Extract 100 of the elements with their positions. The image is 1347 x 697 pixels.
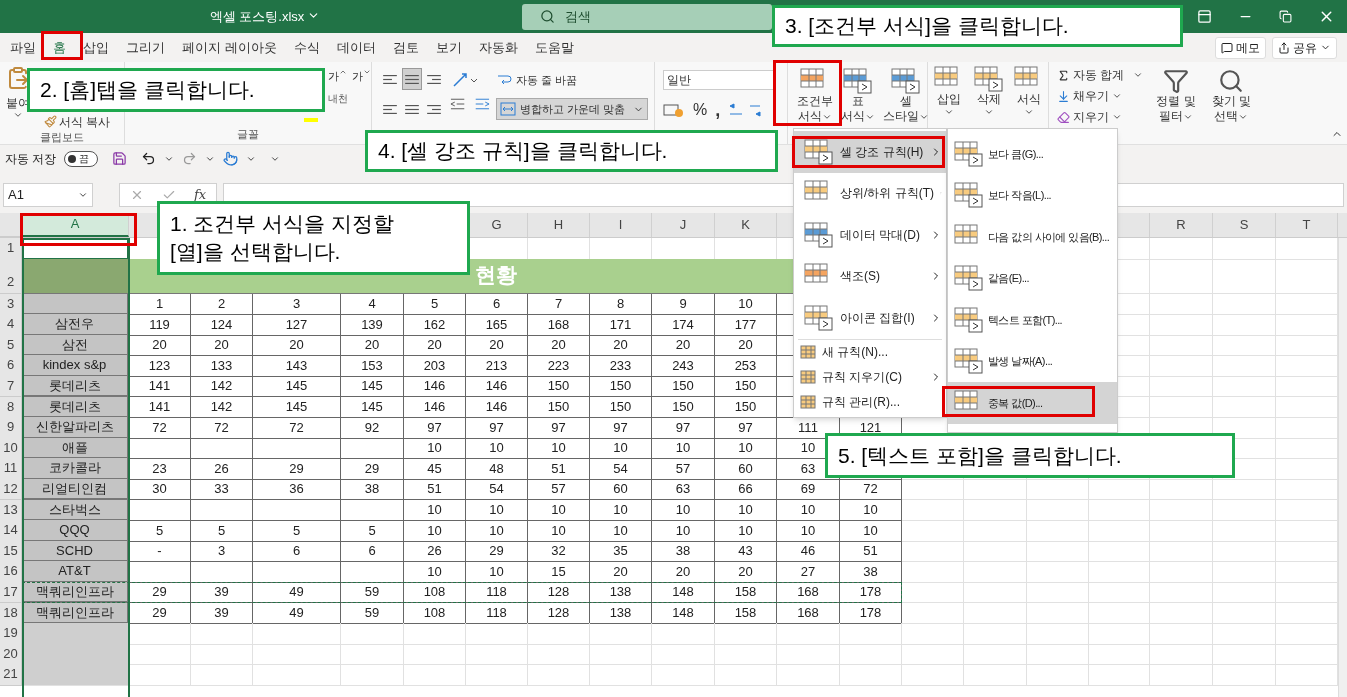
row-number[interactable]: 4 <box>0 314 22 336</box>
row-number[interactable]: 8 <box>0 396 22 419</box>
row-number[interactable]: 11 <box>0 458 22 480</box>
percent-button[interactable]: % <box>693 98 708 122</box>
menu-item[interactable]: 같음(E)... <box>948 257 1117 299</box>
phonetic-button[interactable]: 내천 <box>328 92 348 104</box>
menu-item[interactable]: 다음 값의 사이에 있음(B)... <box>948 216 1117 258</box>
table-cell: 51 <box>404 478 466 501</box>
row-number[interactable]: 13 <box>0 499 22 522</box>
comma-button[interactable]: , <box>715 103 721 117</box>
row-number[interactable]: 1 <box>0 238 22 260</box>
rule-grid-icon <box>800 345 816 359</box>
row-number[interactable]: 16 <box>0 561 22 583</box>
number-format-dropdown[interactable]: 일반 <box>663 70 775 90</box>
shrink-font-button[interactable]: 가 <box>352 68 371 85</box>
restore-icon[interactable] <box>1279 10 1292 23</box>
column-header[interactable]: R <box>1150 213 1213 237</box>
menu-item[interactable]: 보다 큼(G)... <box>948 133 1117 175</box>
column-header[interactable]: T <box>1276 213 1338 237</box>
column-header[interactable]: H <box>528 213 590 237</box>
column-header[interactable]: J <box>652 213 715 237</box>
undo-icon[interactable] <box>141 151 157 166</box>
menu-item[interactable]: 아이콘 집합(I) <box>794 297 946 339</box>
table-cell: 45 <box>404 458 466 480</box>
ribbon-tab[interactable]: 보기 <box>435 35 462 60</box>
ribbon-tab[interactable]: 데이터 <box>336 35 376 60</box>
row-number[interactable]: 14 <box>0 520 22 542</box>
row-number[interactable]: 17 <box>0 581 22 604</box>
row-number[interactable]: 2 <box>0 258 22 294</box>
menu-item[interactable]: 상위/하위 규칙(T) <box>794 172 946 214</box>
ribbon-tab[interactable]: 검토 <box>392 35 419 60</box>
row-number[interactable]: 7 <box>0 375 22 398</box>
ribbon-button[interactable]: 찾기 및 선택 <box>1208 66 1255 144</box>
search-field[interactable]: 검색 <box>522 3 772 30</box>
table-cell: 20 <box>715 561 777 583</box>
table-cell: 145 <box>341 375 404 398</box>
ribbon-tab[interactable]: 그리기 <box>126 35 165 60</box>
indent-icon[interactable] <box>450 98 490 110</box>
ribbon-tab[interactable]: 수식 <box>293 35 320 60</box>
ribbon-display-icon[interactable] <box>1197 9 1212 24</box>
wrap-text-button[interactable]: 자동 줄 바꿈 <box>496 70 649 90</box>
row-number[interactable]: 21 <box>0 664 22 686</box>
row-number[interactable]: 19 <box>0 623 22 645</box>
row-number[interactable]: 18 <box>0 602 22 624</box>
comments-button[interactable]: 메모 <box>1215 36 1266 59</box>
redo-icon[interactable] <box>182 151 198 166</box>
empty-cell <box>466 643 528 666</box>
table-cell: 145 <box>341 396 404 419</box>
cancel-icon[interactable] <box>130 188 144 202</box>
menu-item[interactable]: 텍스트 포함(T)... <box>948 299 1117 341</box>
menu-item[interactable]: 발생 날짜(A)... <box>948 340 1117 382</box>
row-number[interactable]: 3 <box>0 293 22 316</box>
autosave-toggle[interactable]: 끔 <box>64 150 99 167</box>
column-header[interactable]: K <box>715 213 777 237</box>
ribbon-tab[interactable]: 삽입 <box>83 35 109 60</box>
table-cell: 10 <box>777 520 840 542</box>
caret-icon <box>1112 112 1122 122</box>
column-header[interactable]: I <box>590 213 652 237</box>
row-number[interactable]: 9 <box>0 417 22 439</box>
menu-item[interactable]: 데이터 막대(D) <box>794 214 946 256</box>
ribbon-tab[interactable]: 홈 <box>53 35 66 60</box>
ribbon-button[interactable]: 정렬 및 필터 <box>1153 66 1199 144</box>
row-number[interactable]: 20 <box>0 643 22 666</box>
align-button[interactable] <box>402 68 422 90</box>
menu-item[interactable]: 규칙 관리(R)... <box>794 389 946 415</box>
accounting-icon[interactable] <box>663 102 685 118</box>
column-header[interactable]: S <box>1213 213 1276 237</box>
name-box[interactable]: A1 <box>3 183 93 207</box>
grow-font-button[interactable]: 가 <box>328 68 347 85</box>
ribbon-tab[interactable]: 파일 <box>10 35 36 60</box>
autosum-button[interactable]: 자동 합계 <box>1057 66 1144 84</box>
format-painter-button[interactable]: 서식 복사 <box>44 114 111 129</box>
ribbon-tab[interactable]: 페이지 레이아웃 <box>182 35 277 60</box>
rule-grid-icon <box>954 265 984 292</box>
merge-center-button[interactable]: 병합하고 가운데 맞춤 <box>496 98 649 120</box>
menu-item[interactable]: 새 규칙(N)... <box>794 339 946 365</box>
ribbon-tab[interactable]: 도움말 <box>534 35 574 60</box>
delete-cells-icon <box>974 66 1004 92</box>
ribbon-tab[interactable]: 자동화 <box>478 35 518 60</box>
share-button[interactable]: 공유 <box>1272 36 1337 59</box>
row-number[interactable]: 6 <box>0 355 22 377</box>
row-number[interactable]: 5 <box>0 334 22 357</box>
empty-cell <box>840 623 902 645</box>
row-number[interactable]: 12 <box>0 478 22 501</box>
clear-button[interactable]: 지우기 <box>1057 108 1144 126</box>
empty-cell <box>1213 334 1276 357</box>
table-cell: 20 <box>253 334 341 357</box>
table-cell: 9 <box>652 293 715 316</box>
table-cell: 15 <box>528 561 590 583</box>
enter-icon[interactable] <box>162 188 176 202</box>
row-number[interactable]: 10 <box>0 437 22 460</box>
menu-item[interactable]: 보다 작음(L)... <box>948 174 1117 216</box>
highlight-color-icon[interactable] <box>304 118 318 122</box>
save-icon[interactable] <box>112 151 128 166</box>
touch-mode-icon[interactable] <box>223 151 239 166</box>
menu-item[interactable]: 규칙 지우기(C) <box>794 364 946 390</box>
fill-button[interactable]: 채우기 <box>1057 87 1144 105</box>
scrollbar[interactable] <box>1338 238 1347 697</box>
empty-cell <box>840 643 902 666</box>
row-number[interactable]: 15 <box>0 540 22 563</box>
